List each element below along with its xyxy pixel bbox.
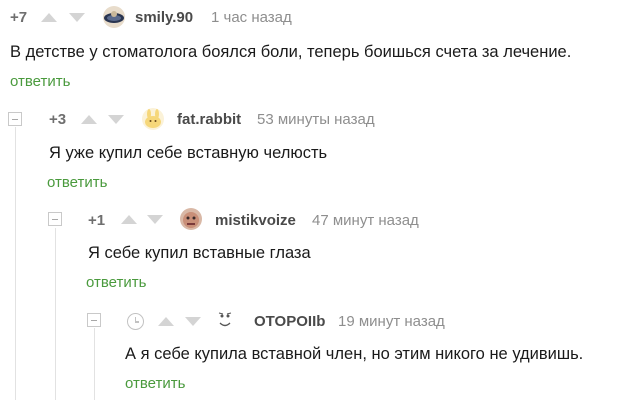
reply-link[interactable]: ответить [86, 274, 146, 291]
face-avatar-icon[interactable] [180, 208, 202, 230]
doodle-avatar-icon[interactable] [214, 309, 236, 331]
reply-link[interactable]: ответить [125, 375, 185, 392]
comment-username[interactable]: smily.90 [135, 9, 193, 26]
upvote-arrow-icon[interactable] [41, 13, 57, 22]
thread-line-level-1 [15, 127, 16, 400]
comment-text: А я себе купила вставной член, но этим н… [125, 345, 584, 363]
downvote-arrow-icon[interactable] [185, 317, 201, 326]
comment-username[interactable]: OTOPOIIb [254, 313, 325, 330]
planet-avatar-icon[interactable] [103, 6, 125, 28]
upvote-arrow-icon[interactable] [121, 215, 137, 224]
clock-icon [127, 313, 144, 330]
rabbit-avatar-icon[interactable] [142, 108, 164, 130]
comment-text: Я себе купил вставные глаза [88, 244, 311, 262]
comment-time[interactable]: 53 минуты назад [257, 111, 375, 128]
collapse-button[interactable] [48, 212, 62, 226]
comment-rating: +1 [88, 212, 106, 229]
comment-username[interactable]: mistikvoize [215, 212, 296, 229]
reply-link[interactable]: ответить [47, 174, 107, 191]
comment-username[interactable]: fat.rabbit [177, 111, 241, 128]
upvote-arrow-icon[interactable] [158, 317, 174, 326]
thread-line-level-2 [55, 228, 56, 400]
upvote-arrow-icon[interactable] [81, 115, 97, 124]
comment-text: В детстве у стоматолога боялся боли, теп… [10, 43, 572, 61]
comment-time[interactable]: 47 минут назад [312, 212, 419, 229]
thread-line-level-3 [94, 328, 95, 400]
downvote-arrow-icon[interactable] [108, 115, 124, 124]
comment-rating: +3 [49, 111, 67, 128]
reply-link[interactable]: ответить [10, 73, 70, 90]
collapse-button[interactable] [8, 112, 22, 126]
comment-text: Я уже купил себе вставную челюсть [49, 144, 328, 162]
downvote-arrow-icon[interactable] [147, 215, 163, 224]
comment-rating: +7 [10, 9, 28, 26]
comment-time[interactable]: 19 минут назад [338, 313, 445, 330]
collapse-button[interactable] [87, 313, 101, 327]
comment-time[interactable]: 1 час назад [211, 9, 292, 26]
downvote-arrow-icon[interactable] [69, 13, 85, 22]
